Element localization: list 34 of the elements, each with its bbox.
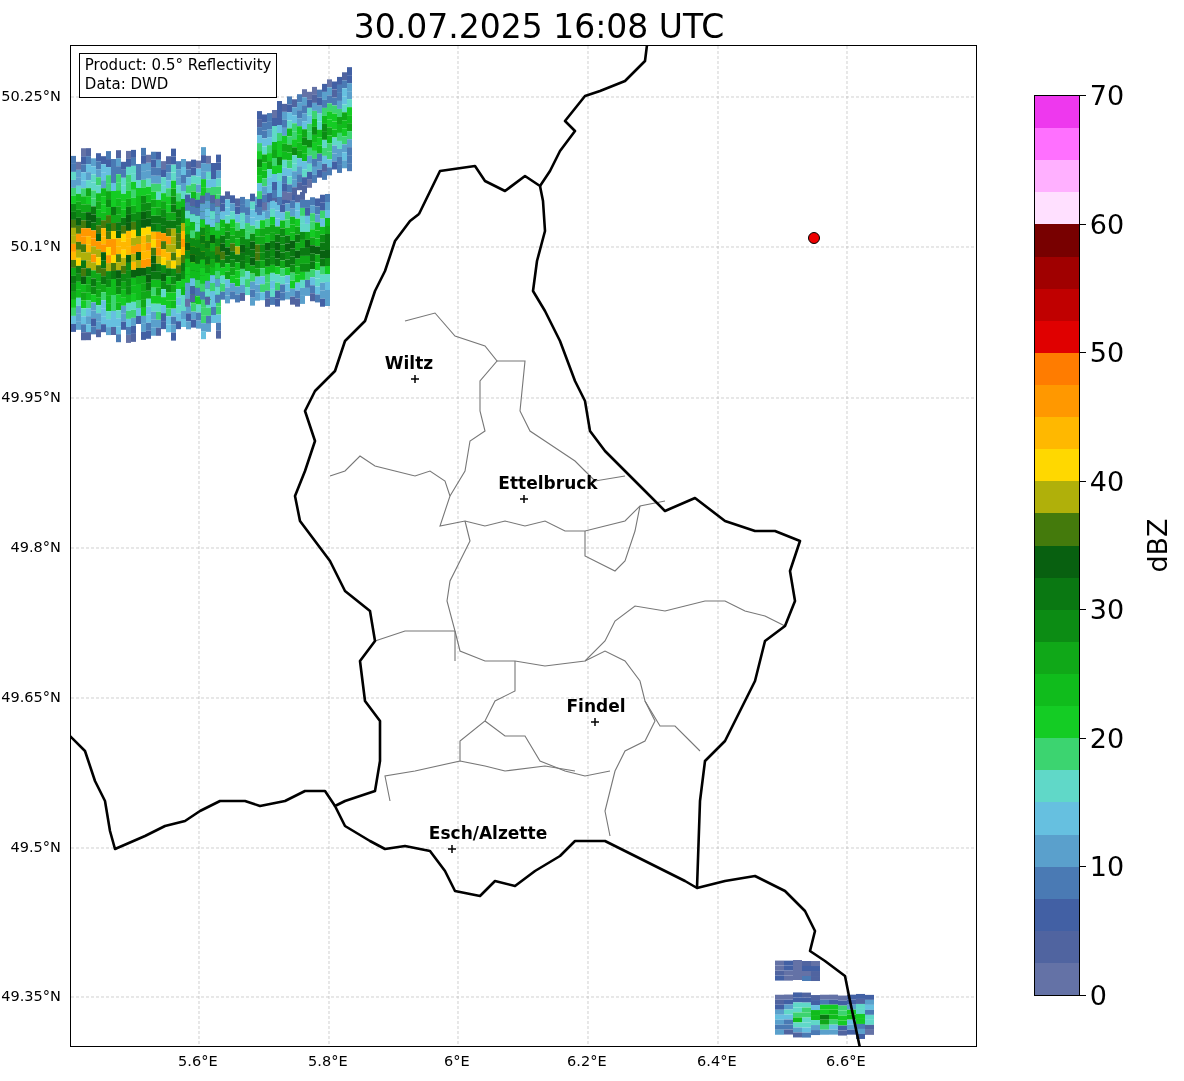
latitude-label: 49.8°N [10,539,61,555]
info-line: Data: DWD [84,75,170,94]
colorbar-tick-label: 10 [1089,852,1125,880]
city-label: Findel [566,696,626,716]
chart-title: 30.07.2025 16:08 UTC [353,10,725,43]
longitude-label: 6°E [444,1054,470,1069]
latitude-label: 49.35°N [1,988,61,1004]
longitude-label: 5.8°E [308,1054,348,1069]
colorbar-tick-label: 50 [1089,338,1125,366]
longitude-label: 6.4°E [697,1054,737,1069]
point-marker [807,232,820,244]
plus-marker-icon [410,374,420,384]
city-label: Ettelbruck [498,473,598,493]
city-label: Esch/Alzette [428,823,547,843]
info-line: Product: 0.5° Reflectivity [84,56,272,75]
longitude-label: 6.2°E [567,1054,607,1069]
colorbar-label: dBZ [1143,518,1171,573]
latitude-label: 50.25°N [1,88,61,104]
longitude-label: 5.6°E [178,1054,218,1069]
plus-marker-icon [447,844,457,854]
latitude-label: 49.95°N [1,389,61,405]
colorbar-tick-label: 20 [1089,724,1125,752]
plus-marker-icon [590,717,600,727]
colorbar-tick-label: 30 [1089,595,1125,623]
latitude-label: 50.1°N [10,238,61,254]
colorbar-tick-label: 40 [1089,467,1125,495]
latitude-label: 49.65°N [1,689,61,705]
city-label: Wiltz [384,353,434,373]
latitude-label: 49.5°N [10,839,61,855]
colorbar-tick-label: 0 [1089,981,1107,1009]
longitude-label: 6.6°E [826,1054,866,1069]
plus-marker-icon [519,494,529,504]
colorbar-tick-label: 70 [1089,81,1125,109]
colorbar-tick-label: 60 [1089,210,1125,238]
